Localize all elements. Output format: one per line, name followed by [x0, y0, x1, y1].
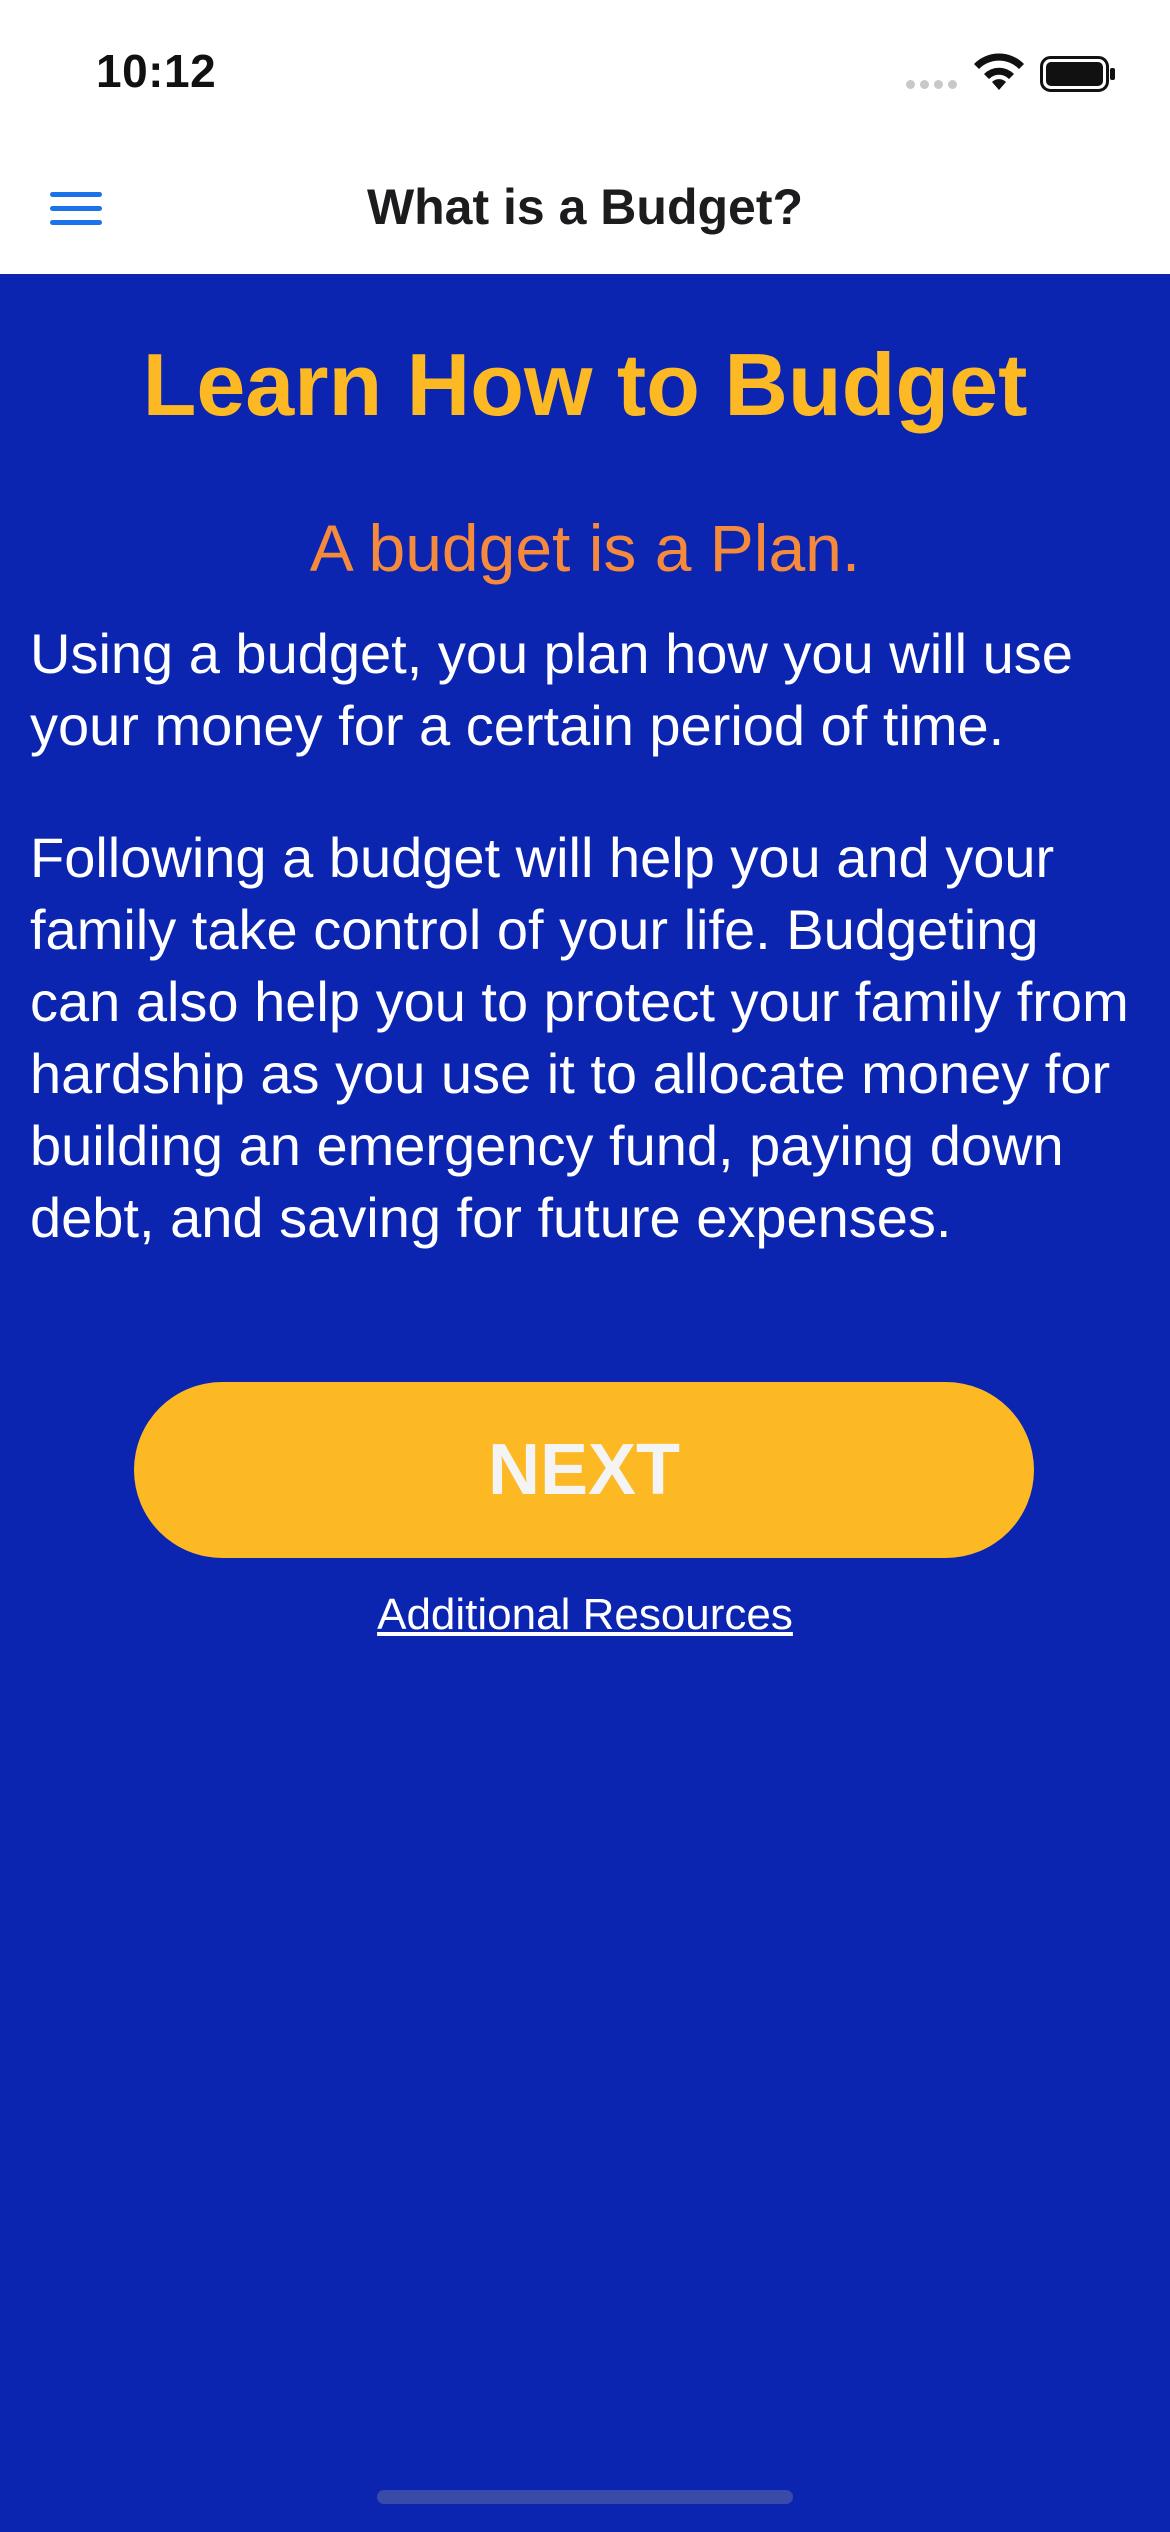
additional-resources-link[interactable]: Additional Resources — [0, 1590, 1170, 1640]
status-bar: 10:12 — [0, 0, 1170, 142]
page-title: Learn How to Budget — [142, 335, 1028, 434]
navigation-bar: What is a Budget? — [0, 142, 1170, 274]
next-button[interactable]: NEXT — [134, 1382, 1034, 1558]
nav-title: What is a Budget? — [366, 179, 804, 235]
battery-icon — [1040, 56, 1115, 92]
intro-paragraph: Using a budget, you plan how you will us… — [30, 622, 1073, 757]
home-indicator[interactable] — [377, 2490, 793, 2504]
main-content: Learn How to Budget A budget is a Plan. … — [0, 274, 1170, 2532]
status-time: 10:12 — [96, 45, 217, 97]
wifi-icon — [974, 53, 1024, 90]
signal-dots-icon — [906, 80, 957, 89]
benefits-paragraph: Following a budget will help you and you… — [30, 826, 1129, 1249]
page-subtitle: A budget is a Plan. — [309, 511, 861, 585]
